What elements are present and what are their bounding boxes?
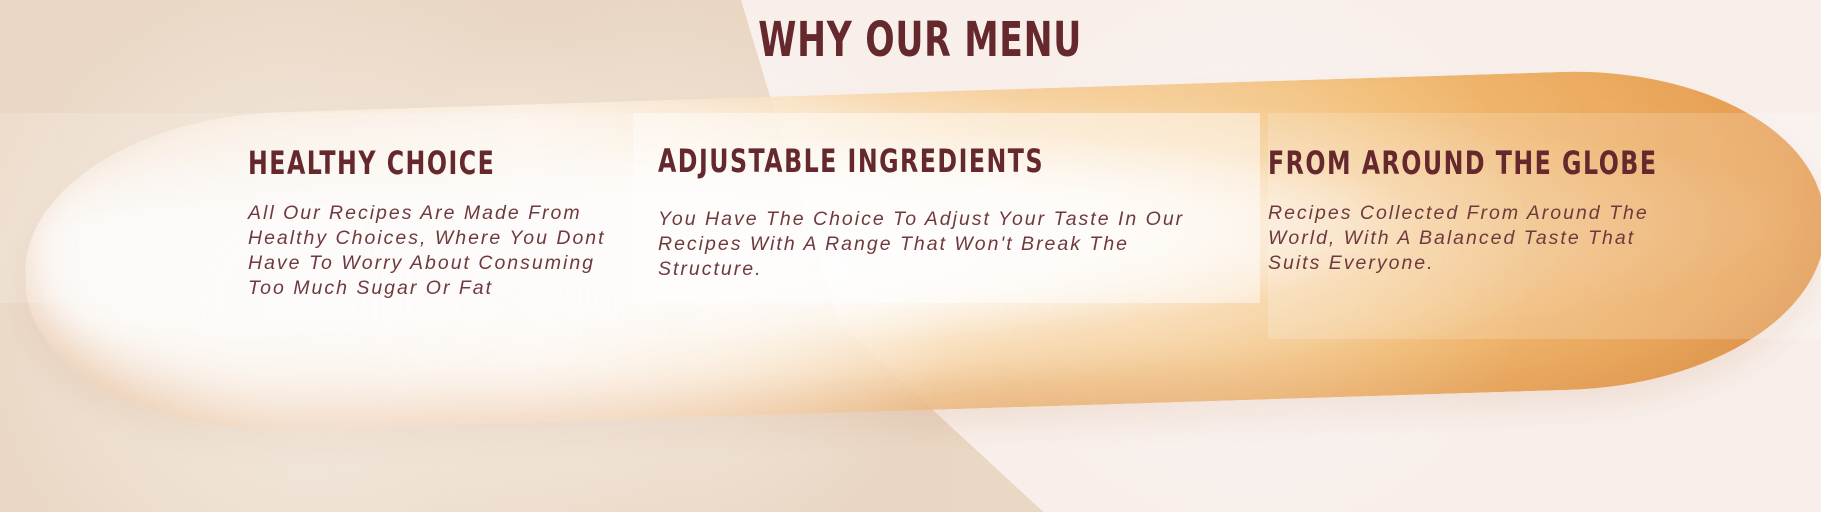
card-description-from-around-globe: Recipes Collected From Around The World,… [1268,202,1649,274]
card-description-adjustable-ingredients: You Have The Choice To Adjust Your Taste… [658,208,1185,280]
card-title-from-around-globe: FROM AROUND THE GLOBE [1268,144,1658,182]
card-title-healthy-choice: HEALTHY CHOICE [248,144,496,182]
healthy-choice-card: HEALTHY CHOICE All Our Recipes Are Made … [0,113,633,303]
section-title: WHY OUR MENU [758,12,1083,68]
from-around-globe-card: FROM AROUND THE GLOBE Recipes Collected … [1268,113,1821,339]
card-description-healthy-choice: All Our Recipes Are Made From Healthy Ch… [248,202,606,299]
card-title-adjustable-ingredients: ADJUSTABLE INGREDIENTS [658,142,1044,180]
adjustable-ingredients-card: ADJUSTABLE INGREDIENTS You Have The Choi… [633,113,1260,303]
